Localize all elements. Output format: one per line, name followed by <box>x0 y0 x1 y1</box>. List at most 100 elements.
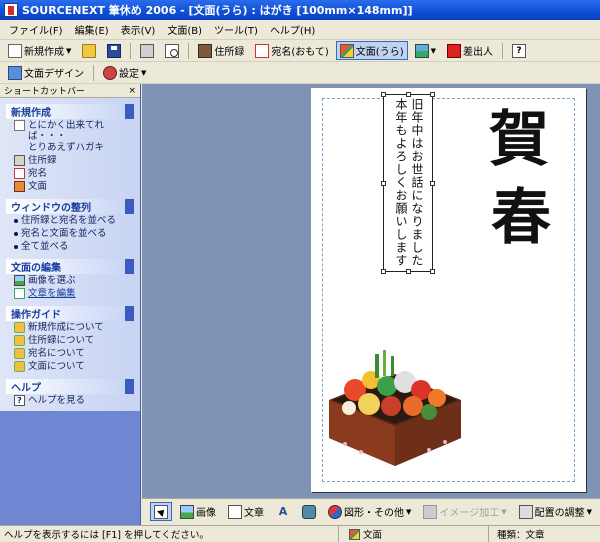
menu-body[interactable]: 文面(B) <box>162 21 207 38</box>
settings-button[interactable]: 設定 ▼ <box>99 63 150 82</box>
section-title-label: ウィンドウの整列 <box>11 203 91 214</box>
collapse-icon[interactable] <box>125 306 134 321</box>
menu-tools[interactable]: ツール(T) <box>209 21 263 38</box>
sidebar-item-guide-book[interactable]: 住所録について <box>6 334 134 347</box>
sidebar-item-edit-text[interactable]: 文章を編集 <box>6 287 134 300</box>
close-icon[interactable]: × <box>128 86 136 96</box>
menu-edit[interactable]: 編集(E) <box>70 21 114 38</box>
sidebar-item-body[interactable]: 文面 <box>6 180 134 193</box>
postcard-back-icon <box>14 181 25 192</box>
section-title-guide[interactable]: 操作ガイド <box>6 306 134 321</box>
print-button[interactable] <box>136 41 158 60</box>
resize-handle[interactable] <box>406 269 411 274</box>
section-title-edit[interactable]: 文面の編集 <box>6 259 134 274</box>
body-back-label: 文面(うら) <box>355 47 404 58</box>
sidebar-item-label: 宛名と文面を並べる <box>21 228 107 239</box>
sidebar-item-guide-body[interactable]: 文面について <box>6 360 134 373</box>
sidebar-item-address[interactable]: 宛名 <box>6 167 134 180</box>
section-title-help[interactable]: ヘルプ <box>6 379 134 394</box>
resize-handle[interactable] <box>406 92 411 97</box>
postcard-back-icon <box>349 528 360 540</box>
address-front-button[interactable]: 宛名(おもて) <box>251 41 332 60</box>
align-icon <box>518 504 533 519</box>
vertical-text-button[interactable]: A <box>272 502 294 521</box>
title-bar: SOURCENEXT 筆休め 2006 - [文面(うら) : はがき [100… <box>0 0 600 20</box>
image-tool-button[interactable]: 画像 <box>176 502 220 521</box>
sidebar-item-arrange-book-address[interactable]: 住所録と宛名を並べる <box>6 214 134 227</box>
sidebar-item-label: 新規作成について <box>28 322 104 333</box>
sender-button[interactable]: 差出人 <box>443 41 497 60</box>
section-title-arrange[interactable]: ウィンドウの整列 <box>6 199 134 214</box>
menu-bar: ファイル(F) 編集(E) 表示(V) 文面(B) ツール(T) ヘルプ(H) <box>0 20 600 40</box>
menu-help[interactable]: ヘルプ(H) <box>265 21 320 38</box>
sidebar-item-view-help[interactable]: ? ヘルプを見る <box>6 394 134 407</box>
section-title-label: 新規作成 <box>11 108 51 119</box>
title-char-ga[interactable]: 賀 <box>489 110 549 170</box>
sidebar-item-address-book[interactable]: 住所録 <box>6 154 134 167</box>
resize-handle[interactable] <box>381 92 386 97</box>
collapse-icon[interactable] <box>125 259 134 274</box>
text-tool-button[interactable]: 文章 <box>224 502 268 521</box>
osechi-box-illustration[interactable] <box>325 342 465 468</box>
save-button[interactable] <box>103 41 125 60</box>
open-button[interactable] <box>78 41 100 60</box>
separator <box>130 42 132 59</box>
guide-icon <box>14 348 25 359</box>
section-edit: 文面の編集 画像を選ぶ 文章を編集 <box>6 259 134 300</box>
arrange-button[interactable]: 配置の調整 ▼ <box>515 502 596 521</box>
sidebar-item-label: 住所録について <box>28 335 95 346</box>
text-icon <box>228 504 242 519</box>
design-button[interactable]: 文面デザイン <box>4 63 88 82</box>
bullet-icon <box>14 245 18 249</box>
sidebar-item-arrange-all[interactable]: 全て並べる <box>6 240 134 253</box>
section-title-label: 文面の編集 <box>11 263 61 274</box>
resize-handle[interactable] <box>430 181 435 186</box>
section-title-new[interactable]: 新規作成 <box>6 104 134 119</box>
sidebar-item-guide-new[interactable]: 新規作成について <box>6 321 134 334</box>
resize-handle[interactable] <box>381 269 386 274</box>
print-preview-button[interactable] <box>161 41 183 60</box>
menu-view[interactable]: 表示(V) <box>116 21 161 38</box>
resize-handle[interactable] <box>430 92 435 97</box>
status-mode: 文面 <box>338 526 488 542</box>
sidebar-item-choose-image[interactable]: 画像を選ぶ <box>6 274 134 287</box>
sidebar-item-label: 文面について <box>28 361 85 372</box>
bullet-icon <box>14 219 18 223</box>
dropdown-arrow-icon: ▼ <box>501 507 507 516</box>
section-new: 新規作成 とにかく出来てれば・・・ とりあえずハガキ 住所録 宛名 文面 <box>6 104 134 193</box>
app-icon[interactable] <box>4 3 18 17</box>
title-char-haru[interactable]: 春 <box>491 188 551 248</box>
dropdown-arrow-icon: ▼ <box>406 507 412 516</box>
shape-tool-button[interactable]: 図形・その他 ▼ <box>324 502 415 521</box>
help-icon: ? <box>14 395 25 406</box>
paint-button[interactable] <box>298 502 320 521</box>
new-button[interactable]: 新規作成 ▼ <box>4 41 75 60</box>
collapse-icon[interactable] <box>125 379 134 394</box>
resize-handle[interactable] <box>430 269 435 274</box>
sidebar-item-guide-address[interactable]: 宛名について <box>6 347 134 360</box>
section-title-label: 操作ガイド <box>11 310 61 321</box>
sender-icon <box>447 43 461 58</box>
address-book-button[interactable]: 住所録 <box>194 41 248 60</box>
editor-canvas[interactable]: 旧年中はお世話になりました 本年もよろしくお願いします 賀 春 <box>142 84 600 498</box>
help-button[interactable]: ? <box>508 41 530 60</box>
menu-file[interactable]: ファイル(F) <box>4 21 68 38</box>
printer-icon <box>140 43 155 58</box>
layout-button[interactable]: ▼ <box>411 41 440 60</box>
collapse-icon[interactable] <box>125 104 134 119</box>
postcard-back[interactable]: 旧年中はお世話になりました 本年もよろしくお願いします 賀 春 <box>311 88 586 492</box>
sidebar-item-quick-card[interactable]: とにかく出来てれば・・・ とりあえずハガキ <box>6 119 134 154</box>
arrange-label: 配置の調整 <box>534 508 585 519</box>
select-tool-button[interactable] <box>150 502 172 521</box>
sidebar-item-label: 住所録と宛名を並べる <box>21 215 117 226</box>
collapse-icon[interactable] <box>125 199 134 214</box>
resize-handle[interactable] <box>381 181 386 186</box>
image-icon <box>14 275 25 286</box>
help-icon: ? <box>512 43 526 58</box>
body-back-button[interactable]: 文面(うら) <box>335 41 408 60</box>
main-toolbar: 新規作成 ▼ 住所録 宛名(おもて) 文面(うら) ▼ 差出人 ? <box>0 40 600 62</box>
image-edit-button[interactable]: イメージ加工 ▼ <box>419 502 510 521</box>
greeting-textbox[interactable]: 旧年中はお世話になりました 本年もよろしくお願いします <box>381 92 435 274</box>
shortcut-bar-body: 新規作成 とにかく出来てれば・・・ とりあえずハガキ 住所録 宛名 文面 ウィン… <box>0 98 140 411</box>
sidebar-item-arrange-address-body[interactable]: 宛名と文面を並べる <box>6 227 134 240</box>
